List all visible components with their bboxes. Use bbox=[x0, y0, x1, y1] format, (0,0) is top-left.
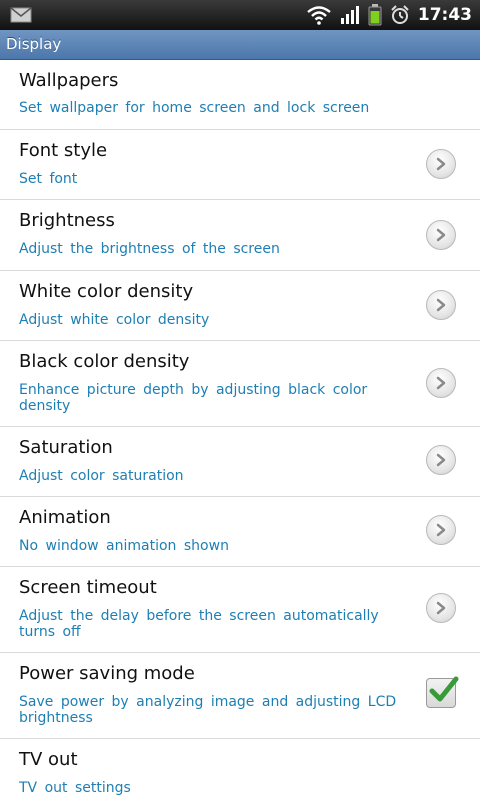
setting-subtitle: Adjust color saturation bbox=[19, 468, 184, 484]
setting-title: TV out bbox=[19, 749, 78, 770]
setting-tv-out[interactable]: TV out TV out settings bbox=[0, 739, 480, 809]
setting-title: Power saving mode bbox=[19, 663, 195, 684]
alarm-icon bbox=[390, 5, 410, 25]
status-bar: 17:43 bbox=[0, 0, 480, 30]
setting-wallpapers[interactable]: Wallpapers Set wallpaper for home screen… bbox=[0, 60, 480, 130]
setting-font-style[interactable]: Font style Set font bbox=[0, 130, 480, 200]
battery-icon bbox=[368, 4, 382, 26]
title-bar: Display bbox=[0, 30, 480, 60]
setting-subtitle: Save power by analyzing image and adjust… bbox=[19, 694, 397, 726]
setting-screen-timeout[interactable]: Screen timeout Adjust the delay before t… bbox=[0, 567, 480, 653]
setting-title: Brightness bbox=[19, 210, 115, 231]
mail-icon bbox=[10, 6, 32, 28]
chevron-right-icon[interactable] bbox=[426, 368, 456, 398]
wifi-icon bbox=[306, 5, 332, 25]
setting-subtitle: No window animation shown bbox=[19, 538, 229, 554]
setting-power-saving-mode[interactable]: Power saving mode Save power by analyzin… bbox=[0, 653, 480, 739]
signal-icon bbox=[340, 6, 360, 24]
chevron-right-icon[interactable] bbox=[426, 593, 456, 623]
checkmark-icon bbox=[429, 676, 459, 702]
setting-subtitle: Adjust white color density bbox=[19, 312, 210, 328]
setting-title: Black color density bbox=[19, 351, 190, 372]
setting-title: Animation bbox=[19, 507, 111, 528]
setting-animation[interactable]: Animation No window animation shown bbox=[0, 497, 480, 567]
settings-list: Wallpapers Set wallpaper for home screen… bbox=[0, 60, 480, 809]
chevron-right-icon[interactable] bbox=[426, 220, 456, 250]
setting-black-color-density[interactable]: Black color density Enhance picture dept… bbox=[0, 341, 480, 427]
setting-brightness[interactable]: Brightness Adjust the brightness of the … bbox=[0, 200, 480, 271]
setting-title: Screen timeout bbox=[19, 577, 157, 598]
chevron-right-icon[interactable] bbox=[426, 445, 456, 475]
page-title: Display bbox=[6, 35, 62, 53]
setting-title: Wallpapers bbox=[19, 70, 119, 91]
setting-subtitle: Adjust the delay before the screen autom… bbox=[19, 608, 379, 640]
chevron-right-icon[interactable] bbox=[426, 290, 456, 320]
setting-subtitle: TV out settings bbox=[19, 780, 131, 796]
setting-subtitle: Adjust the brightness of the screen bbox=[19, 241, 280, 257]
setting-subtitle: Enhance picture depth by adjusting black… bbox=[19, 382, 368, 414]
chevron-right-icon[interactable] bbox=[426, 515, 456, 545]
chevron-right-icon[interactable] bbox=[426, 149, 456, 179]
clock-time: 17:43 bbox=[417, 5, 472, 25]
setting-subtitle: Set font bbox=[19, 171, 78, 187]
setting-subtitle: Set wallpaper for home screen and lock s… bbox=[19, 100, 370, 116]
setting-title: Font style bbox=[19, 140, 108, 161]
power-saving-checkbox[interactable] bbox=[426, 676, 459, 708]
setting-white-color-density[interactable]: White color density Adjust white color d… bbox=[0, 271, 480, 341]
setting-saturation[interactable]: Saturation Adjust color saturation bbox=[0, 427, 480, 497]
setting-title: White color density bbox=[19, 281, 194, 302]
setting-title: Saturation bbox=[19, 437, 113, 458]
